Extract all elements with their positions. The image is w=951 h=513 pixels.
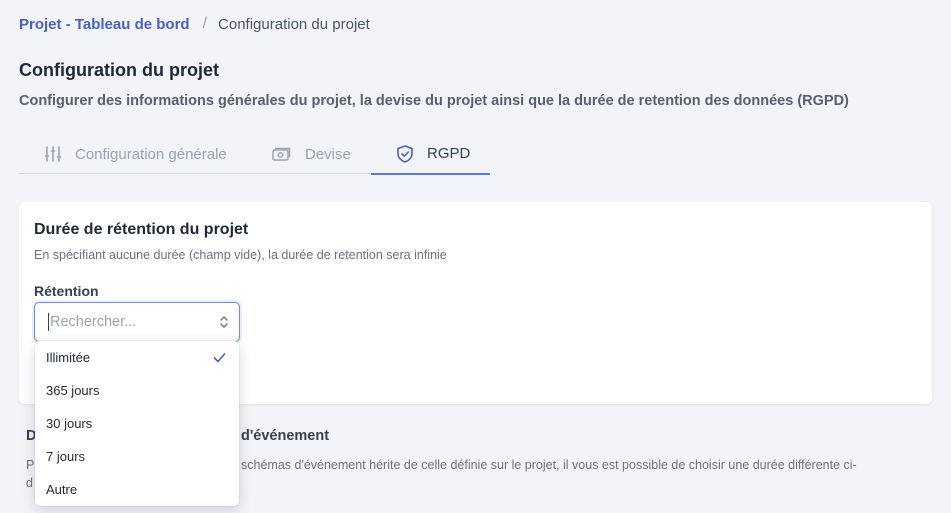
retention-card-title: Durée de rétention du projet (34, 221, 249, 238)
event-retention-desc-line2: d (26, 476, 33, 490)
sliders-icon (44, 146, 62, 162)
tab-rgpd-label: RGPD (427, 145, 471, 162)
page-title: Configuration du projet (19, 60, 219, 80)
option-30-jours[interactable]: 30 jours (35, 407, 239, 440)
breadcrumb: Projet - Tableau de bord / Configuration… (19, 15, 370, 33)
page: Projet - Tableau de bord / Configuration… (0, 0, 951, 513)
tab-rgpd[interactable]: RGPD (371, 134, 490, 175)
option-illimitee[interactable]: Illimitée (35, 341, 239, 374)
shield-check-icon (397, 144, 413, 163)
option-label: Illimitée (46, 350, 91, 365)
banknote-icon (272, 147, 291, 161)
check-icon (213, 353, 226, 363)
breadcrumb-current: Configuration du projet (218, 15, 370, 33)
option-autre[interactable]: Autre (35, 473, 239, 506)
chevron-updown-icon (220, 316, 228, 328)
event-retention-desc-start: P (26, 458, 35, 472)
tab-general-config-label: Configuration générale (75, 145, 227, 163)
tab-bar: Configuration générale Devise RGPD (19, 134, 490, 175)
option-label: 7 jours (46, 449, 86, 464)
tab-devise[interactable]: Devise (255, 134, 371, 174)
tab-devise-label: Devise (305, 145, 351, 163)
option-7-jours[interactable]: 7 jours (35, 440, 239, 473)
event-retention-title-end: d'événement (241, 428, 330, 444)
event-retention-desc-end: schémas d'événement hérite de celle défi… (241, 458, 857, 472)
retention-select[interactable] (34, 302, 240, 342)
breadcrumb-link-dashboard[interactable]: Projet - Tableau de bord (19, 16, 190, 33)
text-cursor (48, 313, 49, 331)
retention-search-input[interactable] (50, 314, 210, 330)
retention-card-description: En spécifiant aucune durée (champ vide),… (34, 248, 447, 262)
retention-field-label: Rétention (34, 283, 99, 299)
breadcrumb-separator: / (202, 15, 208, 32)
option-label: 30 jours (46, 416, 93, 431)
option-label: Autre (46, 482, 78, 497)
page-description: Configurer des informations générales du… (19, 93, 849, 109)
retention-dropdown-menu: Illimitée 365 jours 30 jours 7 jours Aut… (35, 341, 239, 506)
tab-general-config[interactable]: Configuration générale (19, 134, 255, 174)
option-label: 365 jours (46, 383, 100, 398)
option-365-jours[interactable]: 365 jours (35, 374, 239, 407)
